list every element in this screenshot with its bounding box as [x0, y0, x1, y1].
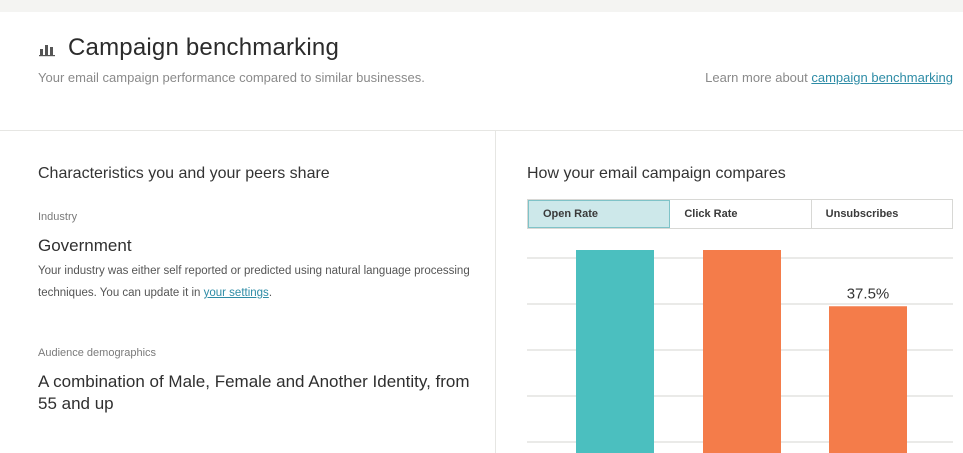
top-strip: [0, 0, 963, 12]
industry-label: Industry: [38, 211, 78, 223]
metric-tabs: Open Rate Click Rate Unsubscribes: [527, 199, 953, 229]
bar-chart: 65.8%65.4%37.5%: [527, 250, 953, 453]
comparison-chart: 65.8%65.4%37.5%: [527, 250, 953, 453]
learn-more-prefix: Learn more about: [705, 70, 812, 85]
page-title: Campaign benchmarking: [68, 34, 340, 61]
industry-value: Government: [38, 236, 132, 255]
header-divider: [0, 130, 963, 131]
characteristics-title: Characteristics you and your peers share: [38, 165, 330, 182]
tab-open-rate[interactable]: Open Rate: [528, 200, 671, 228]
bar-2: [703, 250, 781, 453]
comparison-title: How your email campaign compares: [527, 165, 786, 182]
tab-click-rate[interactable]: Click Rate: [670, 200, 812, 228]
title-row: Campaign benchmarking: [38, 34, 339, 62]
column-divider: [495, 131, 496, 453]
bar-1: [576, 250, 654, 453]
page-subtitle: Your email campaign performance compared…: [38, 70, 425, 85]
industry-description: Your industry was either self reported o…: [38, 260, 478, 304]
learn-more: Learn more about campaign benchmarking: [705, 70, 953, 85]
bar-chart-icon: [38, 39, 60, 57]
industry-desc-suffix: .: [268, 287, 273, 299]
audience-value: A combination of Male, Female and Anothe…: [38, 372, 470, 413]
audience-label: Audience demographics: [38, 347, 157, 359]
learn-more-link[interactable]: campaign benchmarking: [811, 70, 953, 85]
bar-value-label-3: 37.5%: [847, 285, 890, 302]
bar-3: [829, 306, 907, 453]
settings-link[interactable]: your settings: [204, 287, 269, 299]
tab-unsubscribes[interactable]: Unsubscribes: [812, 200, 952, 228]
